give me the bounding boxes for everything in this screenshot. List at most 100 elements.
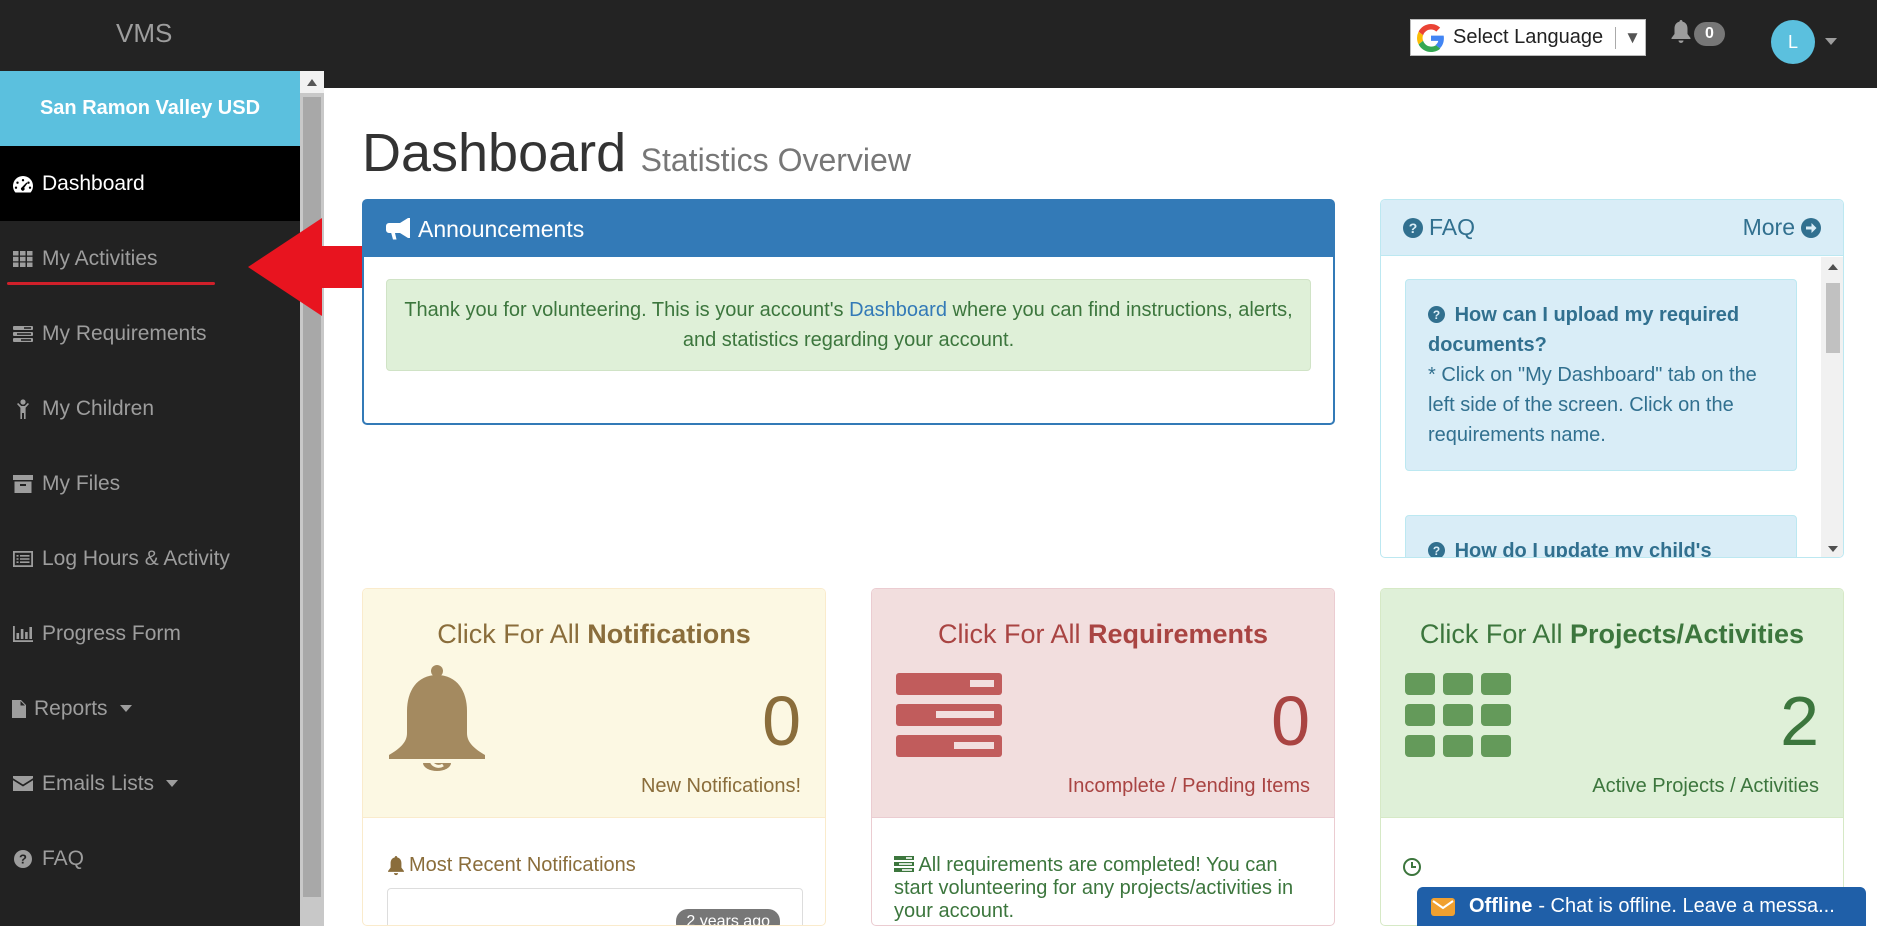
caret-down-icon: ▼ [1624,27,1641,47]
arrow-circle-right-icon [1801,217,1821,238]
faq-title: ? FAQ [1403,214,1475,241]
projects-caption: Active Projects / Activities [1592,775,1819,797]
sidebar-item-progress-form[interactable]: Progress Form [0,596,300,671]
requirements-summary: All requirements are completed! You can … [872,817,1334,925]
projects-count: 2 [1780,682,1819,760]
sidebar-item-label: Progress Form [42,621,181,645]
sidebar-item-label: My Activities [42,246,158,270]
bar-chart-icon [12,623,34,645]
faq-scrollbar[interactable] [1821,257,1844,558]
recent-notifications-label: Most Recent Notifications [387,854,636,877]
faq-question-text: How do I update my child's [1454,540,1712,558]
scrollbar-thumb[interactable] [1826,283,1840,353]
language-label: Select Language [1453,26,1604,48]
requirements-stat-panel[interactable]: Click For All Requirements 0 Incomplete … [871,588,1335,926]
announcements-panel: Announcements Thank you for volunteering… [362,199,1335,425]
archive-icon [12,473,34,495]
list-alt-icon [12,548,34,570]
recent-notifications: Most Recent Notifications 2 years ago [363,817,825,925]
sidebar-item-emails-lists[interactable]: Emails Lists [0,746,300,821]
envelope-icon [1431,897,1455,916]
chat-message: - Chat is offline. Leave a messa... [1538,895,1835,917]
sidebar-item-reports[interactable]: Reports [0,671,300,746]
sidebar-item-label: My Files [42,471,121,495]
page-subtitle: Statistics Overview [640,142,911,178]
grid-icon [12,248,34,270]
sidebar-item-label: Log Hours & Activity [42,546,230,570]
sidebar-item-dashboard[interactable]: Dashboard [0,146,300,221]
notifications-caption: New Notifications! [640,775,801,797]
sidebar-item-label: My Children [42,396,155,420]
sidebar: San Ramon Valley USD Dashboard My Activi… [0,71,300,926]
bullhorn-icon [386,218,410,240]
faq-more-label: More [1742,214,1795,240]
scroll-up-arrow-icon[interactable] [300,71,324,93]
question-circle-icon: ? [12,848,34,870]
notification-list-item[interactable]: 2 years ago [387,888,803,925]
requirements-stat-title: Click For All Requirements [937,619,1269,649]
scrollbar-thumb[interactable] [303,97,321,897]
faq-question-text: How can I upload my required documents? [1428,304,1740,356]
requirements-stat-header[interactable]: Click For All Requirements 0 Incomplete … [872,589,1334,817]
requirements-count: 0 [1271,682,1310,760]
question-circle-icon: ? [1428,306,1445,323]
language-selector[interactable]: Select Language ▼ [1410,19,1646,56]
bell-icon[interactable] [1671,20,1691,44]
question-circle-icon: ? [1403,217,1423,238]
sidebar-scrollbar[interactable] [300,71,324,926]
scroll-down-arrow-icon[interactable] [1821,539,1844,558]
envelope-icon [12,773,34,795]
svg-text:?: ? [1433,544,1440,558]
faq-header: ? FAQ More [1381,200,1843,256]
faq-list[interactable]: ? How can I upload my required documents… [1381,257,1821,558]
brand-logo[interactable]: VMS [116,18,172,49]
clock-icon [1403,858,1421,876]
dashboard-icon [12,173,34,195]
requirements-message-text: All requirements are completed! You can … [894,854,1294,922]
sidebar-item-log-hours[interactable]: Log Hours & Activity [0,521,300,596]
time-badge: 2 years ago [676,909,780,925]
google-icon [1417,23,1444,52]
faq-more-link[interactable]: More [1743,214,1821,241]
projects-stat-header[interactable]: Click For All Projects/Activities 2 Acti… [1381,589,1843,817]
notification-count-badge[interactable]: 0 [1694,22,1725,46]
notifications-stat-header[interactable]: Click For All Notifications 0 New Notifi… [363,589,825,817]
faq-answer: * Click on "My Dashboard" tab on the lef… [1428,364,1757,446]
dashboard-link[interactable]: Dashboard [849,299,947,321]
question-circle-icon: ? [1428,542,1445,558]
list-icon [12,323,34,345]
faq-item[interactable]: ? How do I update my child's [1405,515,1797,558]
chevron-down-icon[interactable] [1825,38,1837,45]
faq-question: ? How do I update my child's [1428,536,1774,558]
tasks-list-icon [896,673,1002,757]
annotation-underline [7,282,215,285]
chat-widget[interactable]: Offline - Chat is offline. Leave a messa… [1417,887,1866,926]
sidebar-item-label: Emails Lists [42,771,155,795]
sidebar-item-label: FAQ [42,846,85,870]
svg-text:?: ? [1409,220,1418,236]
projects-stat-panel[interactable]: Click For All Projects/Activities 2 Acti… [1380,588,1844,926]
faq-question: ? How can I upload my required documents… [1428,300,1774,360]
file-icon [12,698,26,720]
divider [1615,26,1617,49]
requirements-caption: Incomplete / Pending Items [1067,775,1310,797]
sidebar-item-faq[interactable]: ? FAQ [0,821,300,896]
user-avatar[interactable]: L [1771,20,1815,64]
announcement-alert: Thank you for volunteering. This is your… [386,279,1311,371]
notifications-count: 0 [762,682,801,760]
notifications-stat-panel[interactable]: Click For All Notifications 0 New Notifi… [362,588,826,926]
faq-item[interactable]: ? How can I upload my required documents… [1405,279,1797,471]
sidebar-item-label: Reports [34,696,108,720]
grid-icon [1405,673,1511,757]
scroll-up-arrow-icon[interactable] [1821,257,1844,277]
recent-notifications-text: Most Recent Notifications [409,854,636,876]
sidebar-item-my-children[interactable]: My Children [0,371,300,446]
requirements-message: All requirements are completed! You can … [894,854,1304,923]
sidebar-item-label: Dashboard [42,171,145,195]
sidebar-item-my-files[interactable]: My Files [0,446,300,521]
projects-stat-title: Click For All Projects/Activities [1419,619,1805,649]
announcement-text: Thank you for volunteering. This is your… [404,299,850,321]
caret-down-icon [119,705,132,712]
child-icon [12,398,34,420]
faq-panel: ? FAQ More ? How can I upload my require… [1380,199,1844,558]
